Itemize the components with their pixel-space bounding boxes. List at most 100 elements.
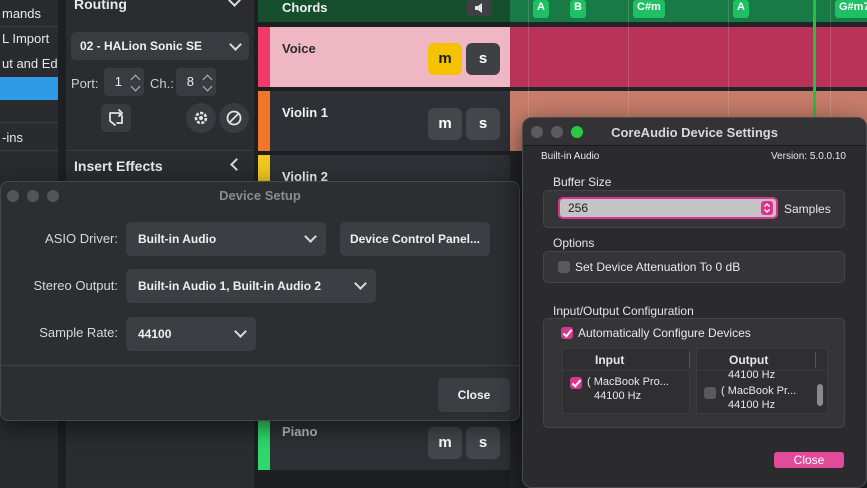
buffer-unit-label: Samples	[784, 202, 831, 216]
track-violin-1[interactable]: Violin 1 m s	[258, 91, 510, 151]
column-divider	[815, 352, 816, 368]
menu-item-selected[interactable]	[0, 77, 58, 100]
chord-event[interactable]: G#m7	[835, 0, 867, 18]
options-group: Set Device Attenuation To 0 dB	[543, 251, 845, 283]
buffer-size-select[interactable]: 256	[558, 197, 778, 219]
up-down-arrows-icon	[761, 201, 773, 215]
chord-event[interactable]: A	[733, 0, 749, 18]
port-stepper[interactable]: 1	[104, 68, 144, 96]
track-color-stripe	[258, 27, 270, 87]
menu-item-edit[interactable]: ut and Editi	[0, 52, 58, 76]
chevron-down-icon[interactable]	[130, 81, 141, 92]
solo-button[interactable]: s	[466, 427, 500, 459]
gear-icon	[194, 111, 208, 125]
asio-driver-value: Built-in Audio	[138, 232, 217, 246]
device-control-panel-button[interactable]: Device Control Panel...	[340, 222, 490, 256]
coreaudio-settings-dialog: CoreAudio Device Settings Built-in Audio…	[522, 117, 867, 488]
output-device-label: MacBook Pr...	[727, 385, 797, 397]
window-title: CoreAudio Device Settings	[611, 125, 778, 140]
bypass-button[interactable]	[219, 103, 249, 133]
version-text: Version: 5.0.0.10	[770, 151, 846, 162]
chevron-down-icon	[354, 277, 367, 290]
close-button[interactable]: Close	[774, 452, 844, 468]
input-column-header[interactable]: Input	[595, 353, 624, 367]
coreaudio-titlebar[interactable]: CoreAudio Device Settings	[523, 118, 866, 146]
chord-event[interactable]: B	[570, 0, 586, 18]
auto-configure-checkbox[interactable]	[561, 327, 573, 339]
speaker-button[interactable]	[466, 0, 492, 16]
mute-button[interactable]: m	[428, 43, 462, 75]
chevron-down-icon	[229, 38, 242, 51]
output-device-rate: 44100 Hz	[728, 399, 776, 411]
buffer-size-title: Buffer Size	[553, 175, 612, 189]
device-setup-titlebar[interactable]: Device Setup	[1, 182, 519, 209]
port-value: 1	[114, 74, 122, 89]
routing-title: Routing	[74, 0, 127, 12]
buffer-size-group: 256 Samples	[543, 190, 845, 228]
output-device-name: ( MacBook Pr...	[721, 385, 797, 397]
instrument-select[interactable]: 02 - HALion Sonic SE	[71, 32, 249, 60]
window-title: Device Setup	[219, 188, 301, 203]
input-device-checkbox[interactable]	[570, 377, 582, 389]
routing-section-header[interactable]: Routing	[66, 0, 254, 24]
chord-track-header[interactable]: Chords	[258, 0, 510, 22]
input-table: Input ( MacBook Pro... 44100 Hz	[562, 348, 690, 414]
insert-effects-title: Insert Effects	[74, 158, 163, 174]
menu-item-import[interactable]: L Import	[0, 27, 58, 51]
chevron-down-icon	[304, 230, 317, 243]
options-title: Options	[553, 236, 595, 250]
menu-item-plugins[interactable]: -ins	[0, 126, 58, 150]
chord-event[interactable]: A	[533, 0, 549, 18]
bypass-icon	[226, 110, 242, 126]
track-name[interactable]: Voice	[282, 41, 316, 56]
auto-configure-label: Automatically Configure Devices	[578, 326, 751, 340]
track-name[interactable]: Piano	[282, 424, 317, 439]
track-color-stripe	[258, 91, 270, 151]
mute-button[interactable]: m	[428, 427, 462, 459]
chevron-left-icon	[230, 158, 243, 171]
sample-rate-select[interactable]: 44100	[126, 317, 256, 351]
output-device-rate-top: 44100 Hz	[728, 369, 776, 381]
attenuation-checkbox[interactable]	[558, 261, 570, 273]
device-setup-dialog: Device Setup ASIO Driver: Built-in Audio…	[0, 181, 520, 421]
routing-editor-button[interactable]	[101, 104, 131, 132]
buffer-size-value: 256	[568, 201, 589, 215]
solo-button[interactable]: s	[466, 108, 500, 140]
insert-effects-header[interactable]: Insert Effects	[66, 150, 254, 180]
settings-button[interactable]	[186, 103, 216, 133]
close-button[interactable]: Close	[438, 378, 510, 412]
routing-arrows-icon	[109, 109, 124, 126]
asio-driver-label: ASIO Driver:	[45, 231, 118, 246]
menu-separator	[0, 150, 58, 151]
stereo-output-value: Built-in Audio 1, Built-in Audio 2	[138, 279, 322, 293]
track-name[interactable]: Violin 1	[282, 105, 328, 120]
track-voice[interactable]: Voice m s	[258, 27, 510, 87]
input-device-rate: 44100 Hz	[594, 390, 642, 402]
sample-rate-value: 44100	[138, 327, 172, 341]
chevron-down-icon	[234, 325, 247, 338]
stereo-output-select[interactable]: Built-in Audio 1, Built-in Audio 2	[126, 269, 376, 303]
channel-stepper[interactable]: 8	[176, 68, 216, 96]
input-device-name: ( MacBook Pro...	[587, 376, 669, 388]
track-name[interactable]: Chords	[282, 0, 328, 16]
speaker-icon	[475, 3, 482, 13]
output-table: Output 44100 Hz ( MacBook Pr... 44100 Hz	[696, 348, 828, 414]
menu-item-commands[interactable]: mands	[0, 2, 58, 26]
device-name: Built-in Audio	[541, 151, 600, 162]
channel-label: Ch.:	[150, 76, 174, 91]
asio-driver-select[interactable]: Built-in Audio	[126, 222, 326, 256]
output-column-header[interactable]: Output	[729, 353, 768, 367]
io-configuration-title: Input/Output Configuration	[553, 304, 694, 318]
output-scrollbar[interactable]	[817, 384, 823, 406]
menu-separator	[0, 122, 58, 123]
solo-button[interactable]: s	[466, 43, 500, 75]
attenuation-label: Set Device Attenuation To 0 dB	[575, 260, 741, 274]
io-configuration-group: Automatically Configure Devices Input ( …	[543, 318, 845, 428]
mute-button[interactable]: m	[428, 108, 462, 140]
output-device-checkbox[interactable]	[704, 387, 716, 399]
chevron-down-icon	[228, 0, 241, 7]
stereo-output-label: Stereo Output:	[33, 278, 118, 293]
chevron-down-icon[interactable]	[202, 81, 213, 92]
column-divider	[689, 352, 690, 368]
chord-event[interactable]: C#m	[633, 0, 665, 18]
